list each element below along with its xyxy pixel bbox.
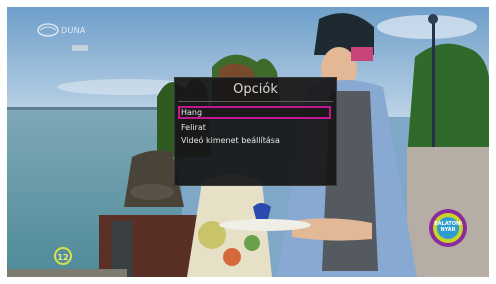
menu-item-video-output-settings[interactable]: Videó kimenet beállítása [179,135,330,146]
menu-item-hang[interactable]: Hang [178,106,331,119]
channel-logo-subtag [72,45,88,51]
program-promo-text: BALATONI NYÁR [433,221,463,233]
options-menu-title: Opciók [233,82,278,97]
duna-channel-logo-icon [37,23,59,37]
options-menu: Opciók Hang Felirat Videó kimenet beállí… [174,77,337,186]
menu-item-felirat[interactable]: Felirat [179,122,330,133]
options-menu-divider [178,101,333,102]
channel-logo-text: DUNA [61,26,86,35]
age-rating-badge-icon: 12 [54,247,72,265]
tv-video-frame: Opciók Hang Felirat Videó kimenet beállí… [7,7,489,277]
